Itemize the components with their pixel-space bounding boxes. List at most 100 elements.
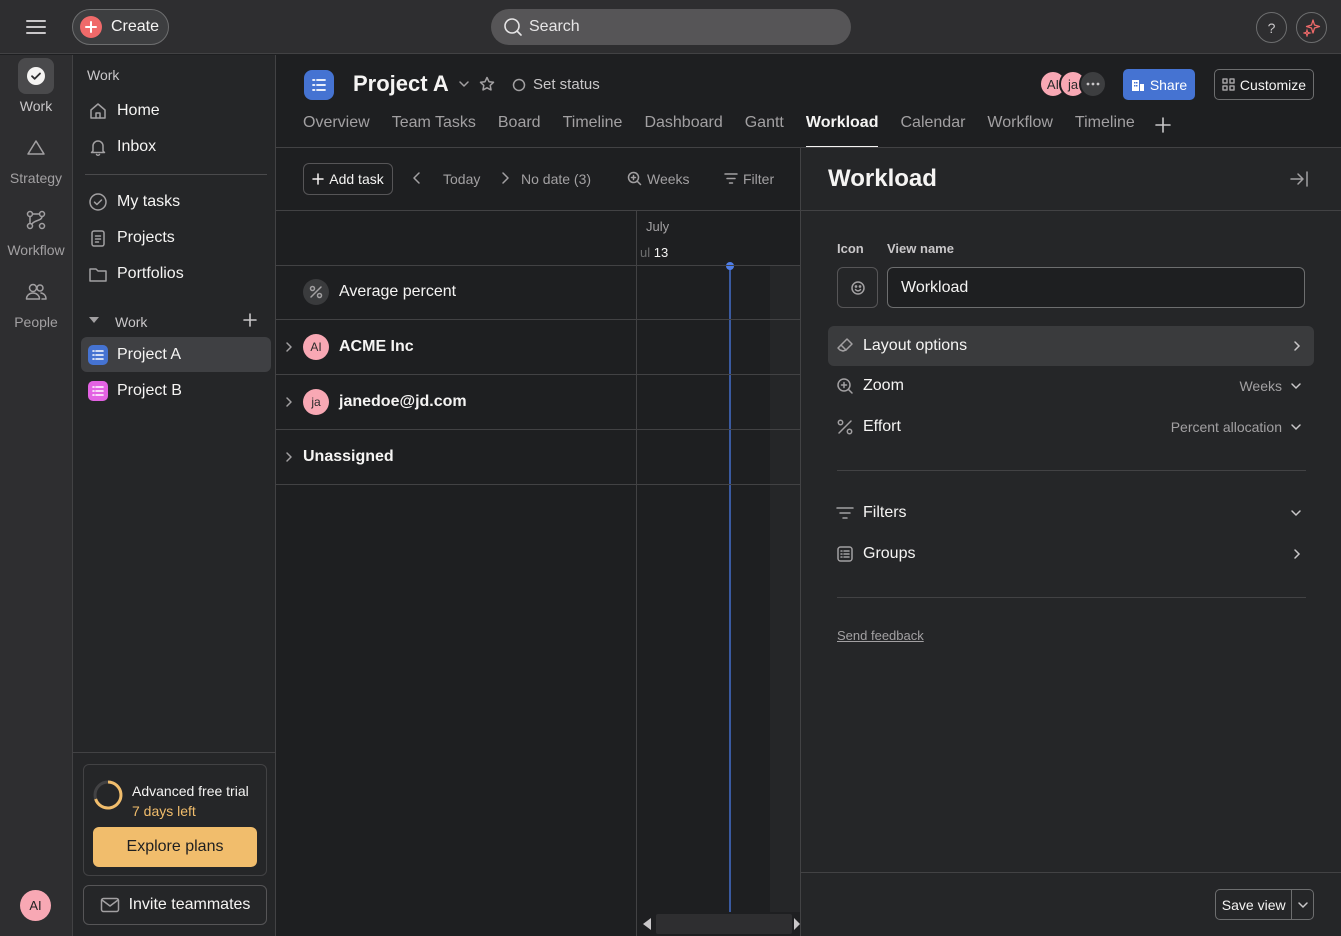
panel-divider	[837, 470, 1306, 471]
set-status-button[interactable]: Set status	[512, 76, 600, 93]
tab-board[interactable]: Board	[498, 114, 541, 148]
icon-field-label: Icon	[837, 241, 864, 256]
sidebar-project-b[interactable]: Project B	[81, 373, 271, 408]
chevron-down-icon	[1291, 383, 1301, 390]
close-panel-icon[interactable]	[1289, 170, 1309, 188]
today-line	[729, 266, 731, 912]
effort-row[interactable]: Effort Percent allocation	[828, 407, 1314, 447]
filters-row[interactable]: Filters	[828, 493, 1314, 533]
groups-icon	[837, 546, 853, 562]
zoom-icon[interactable]	[627, 171, 642, 186]
scroll-right-arrow[interactable]	[793, 917, 800, 931]
chevron-down-icon	[1297, 901, 1308, 908]
next-button[interactable]	[498, 170, 512, 186]
avatar: ja	[303, 389, 329, 415]
workload-settings-panel: Workload Icon View name Layout options Z…	[800, 148, 1341, 936]
save-view-label[interactable]: Save view	[1216, 890, 1293, 919]
sidebar-item-portfolios[interactable]: Portfolios	[81, 256, 271, 291]
share-button[interactable]: Share	[1123, 69, 1195, 100]
tab-timeline[interactable]: Timeline	[563, 114, 623, 148]
project-list-icon	[88, 344, 108, 365]
view-name-input[interactable]	[887, 267, 1305, 308]
member-avatars[interactable]: AI ja	[1039, 70, 1107, 98]
chevron-right-icon[interactable]	[284, 341, 294, 353]
rail-item-people[interactable]: People	[0, 274, 72, 330]
zoom-row[interactable]: Zoom Weeks	[828, 366, 1314, 406]
rail-item-strategy[interactable]: Strategy	[0, 130, 72, 186]
customize-button[interactable]: Customize	[1214, 69, 1314, 100]
filter-button[interactable]: Filter	[743, 171, 774, 187]
chevron-down-icon[interactable]	[457, 77, 471, 91]
table-row-unassigned[interactable]: Unassigned	[276, 430, 636, 484]
plus-icon	[1155, 117, 1171, 133]
add-task-label: Add task	[329, 171, 384, 187]
add-project-button[interactable]	[243, 313, 257, 327]
tab-timeline-2[interactable]: Timeline	[1075, 114, 1135, 148]
explore-plans-button[interactable]: Explore plans	[93, 827, 257, 867]
project-icon[interactable]	[304, 70, 334, 100]
no-date-button[interactable]: No date (3)	[521, 171, 591, 187]
save-view-button[interactable]: Save view	[1215, 889, 1314, 920]
filter-icon[interactable]	[724, 172, 738, 185]
create-label: Create	[111, 18, 160, 35]
star-icon[interactable]	[479, 76, 495, 92]
search-input[interactable]: Search	[491, 9, 851, 45]
percent-icon	[303, 279, 329, 305]
list-icon	[312, 79, 326, 91]
team-collapse-caret[interactable]	[87, 313, 101, 327]
tab-workload[interactable]: Workload	[805, 114, 879, 148]
tab-overview[interactable]: Overview	[303, 114, 370, 148]
scroll-left-arrow[interactable]	[641, 917, 653, 931]
chevron-down-icon	[1291, 510, 1301, 517]
sidebar-item-my-tasks[interactable]: My tasks	[81, 184, 271, 219]
groups-label: Groups	[863, 545, 916, 562]
ai-sparkle-button[interactable]	[1296, 12, 1327, 43]
team-title[interactable]: Work	[115, 314, 147, 330]
search-icon	[504, 18, 522, 36]
icon-picker-button[interactable]	[837, 267, 878, 308]
chevron-right-icon	[502, 172, 509, 184]
filter-icon	[836, 507, 854, 519]
sidebar-project-a[interactable]: Project A	[81, 337, 271, 372]
sidebar-item-label: Project B	[117, 381, 182, 399]
sidebar-item-inbox[interactable]: Inbox	[81, 129, 271, 164]
tab-calendar[interactable]: Calendar	[900, 114, 965, 148]
invite-teammates-button[interactable]: Invite teammates	[83, 885, 267, 925]
horizontal-scrollbar[interactable]	[656, 914, 792, 934]
rail-item-workflow[interactable]: Workflow	[0, 202, 72, 258]
add-tab-button[interactable]	[1154, 116, 1172, 134]
create-button[interactable]: Create	[72, 9, 169, 45]
menu-icon[interactable]	[22, 15, 50, 39]
tab-team-tasks[interactable]: Team Tasks	[392, 114, 476, 148]
help-button[interactable]: ?	[1256, 12, 1287, 43]
today-button[interactable]: Today	[443, 171, 480, 187]
weeks-button[interactable]: Weeks	[647, 171, 690, 187]
groups-row[interactable]: Groups	[828, 534, 1314, 574]
sidebar-item-projects[interactable]: Projects	[81, 220, 271, 255]
project-title[interactable]: Project A	[353, 71, 449, 97]
clipboard-icon	[91, 229, 105, 247]
add-task-button[interactable]: Add task	[303, 163, 393, 195]
chevron-right-icon[interactable]	[284, 396, 294, 408]
sidebar-item-home[interactable]: Home	[81, 93, 271, 128]
chevron-right-icon[interactable]	[284, 451, 294, 463]
layout-options-row[interactable]: Layout options	[828, 326, 1314, 366]
rail-label: Strategy	[9, 170, 63, 186]
date-day: 13	[653, 245, 669, 260]
rail-item-work[interactable]: Work	[0, 58, 72, 114]
status-circle-icon	[512, 78, 526, 91]
table-row-acme[interactable]: AI ACME Inc	[276, 320, 636, 374]
user-avatar[interactable]: AI	[20, 890, 51, 921]
table-row-janedoe[interactable]: ja janedoe@jd.com	[276, 375, 636, 429]
tab-gantt[interactable]: Gantt	[745, 114, 784, 148]
rail-label: Work	[19, 98, 53, 114]
save-view-dropdown[interactable]	[1292, 890, 1313, 919]
tab-dashboard[interactable]: Dashboard	[644, 114, 722, 148]
project-list-icon	[88, 380, 108, 401]
send-feedback-link[interactable]: Send feedback	[837, 628, 924, 643]
view-name-label: View name	[887, 241, 954, 256]
tab-workflow[interactable]: Workflow	[987, 114, 1053, 148]
previous-button[interactable]	[410, 170, 424, 186]
sidebar-item-label: My tasks	[117, 192, 181, 210]
layout-options-label: Layout options	[863, 337, 968, 354]
